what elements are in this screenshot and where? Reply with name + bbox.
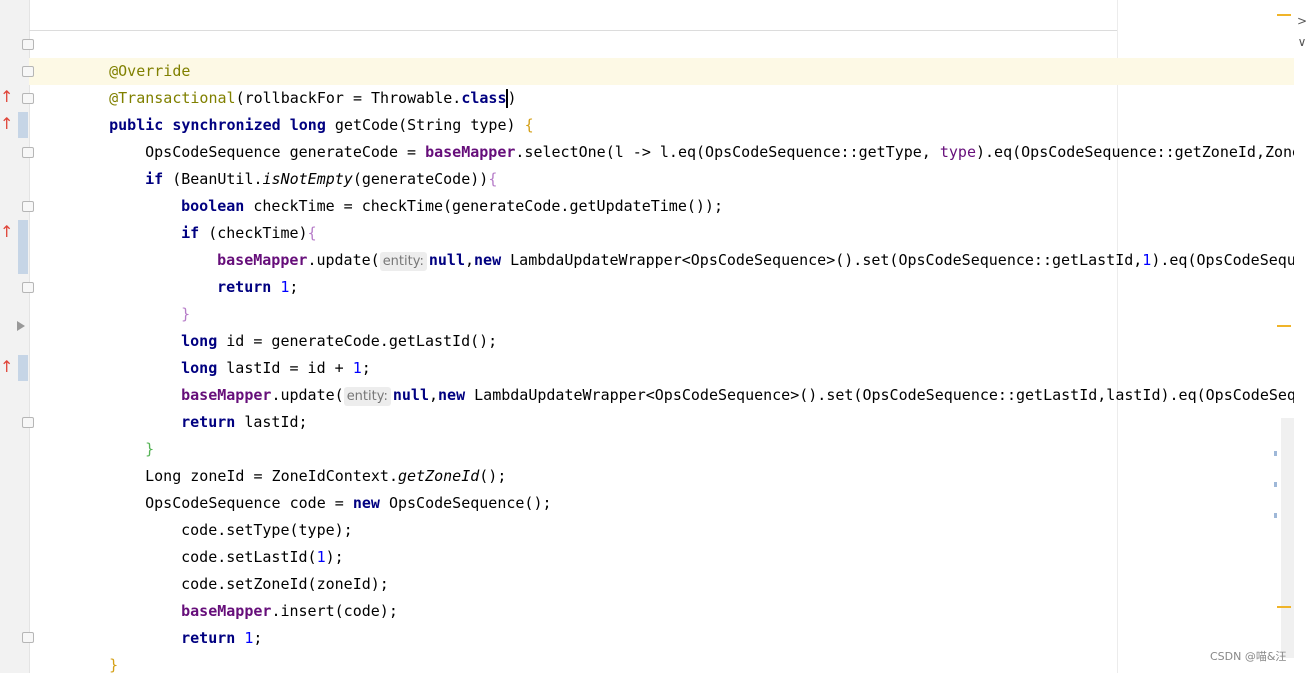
code-line[interactable]: if (BeanUtil.isNotEmpty(generateCode)){ — [109, 139, 497, 188]
code-line[interactable]: boolean checkTime = checkTime(generateCo… — [145, 166, 723, 215]
parameter-hint: entity: — [379, 252, 427, 271]
code-line[interactable]: @Transactional(rollbackFor = Throwable.c… — [73, 58, 517, 108]
code-line[interactable]: baseMapper.insert(code); — [145, 571, 398, 620]
code-line[interactable]: if (checkTime){ — [145, 193, 316, 242]
vertical-scrollbar-thumb[interactable] — [1281, 418, 1294, 658]
code-editor[interactable]: @Override @Transactional(rollbackFor = T… — [0, 0, 1294, 673]
code-line[interactable]: public synchronized long getCode(String … — [73, 85, 533, 134]
code-line[interactable]: long lastId = id + 1; — [145, 328, 371, 377]
error-stripe[interactable] — [1294, 0, 1309, 673]
chevron-right-icon[interactable]: > — [1295, 14, 1309, 28]
change-marker[interactable] — [1274, 451, 1277, 456]
code-line[interactable]: } — [145, 274, 190, 323]
code-line[interactable]: return 1; — [181, 247, 298, 296]
code-line[interactable]: OpsCodeSequence generateCode = baseMappe… — [109, 112, 1294, 161]
warning-marker[interactable] — [1277, 606, 1291, 608]
warning-marker[interactable] — [1277, 325, 1291, 327]
code-line[interactable]: baseMapper.update(entity: null,new Lambda… — [181, 220, 1294, 271]
parameter-hint: entity: — [343, 387, 391, 406]
change-marker[interactable] — [1274, 513, 1277, 518]
code-line[interactable]: baseMapper.update(entity: null,new Lambda… — [145, 355, 1294, 406]
code-line[interactable]: OpsCodeSequence code = new OpsCodeSequen… — [109, 463, 551, 512]
code-line[interactable]: code.setLastId(1); — [145, 517, 344, 566]
code-line[interactable]: return lastId; — [145, 382, 307, 431]
change-marker[interactable] — [1274, 482, 1277, 487]
code-line[interactable]: code.setType(type); — [145, 490, 353, 539]
code-line[interactable]: } — [73, 625, 118, 673]
code-line[interactable]: long id = generateCode.getLastId(); — [145, 301, 497, 350]
code-line[interactable]: } — [109, 409, 154, 458]
code-line[interactable]: @Override — [73, 31, 190, 80]
code-line[interactable]: Long zoneId = ZoneIdContext.getZoneId(); — [109, 436, 506, 485]
code-line[interactable]: return 1; — [145, 598, 262, 647]
chevron-down-icon[interactable]: ∨ — [1295, 35, 1309, 49]
watermark: CSDN @喵&汪 — [1210, 650, 1287, 663]
warning-marker[interactable] — [1277, 14, 1291, 16]
code-line[interactable]: code.setZoneId(zoneId); — [145, 544, 389, 593]
